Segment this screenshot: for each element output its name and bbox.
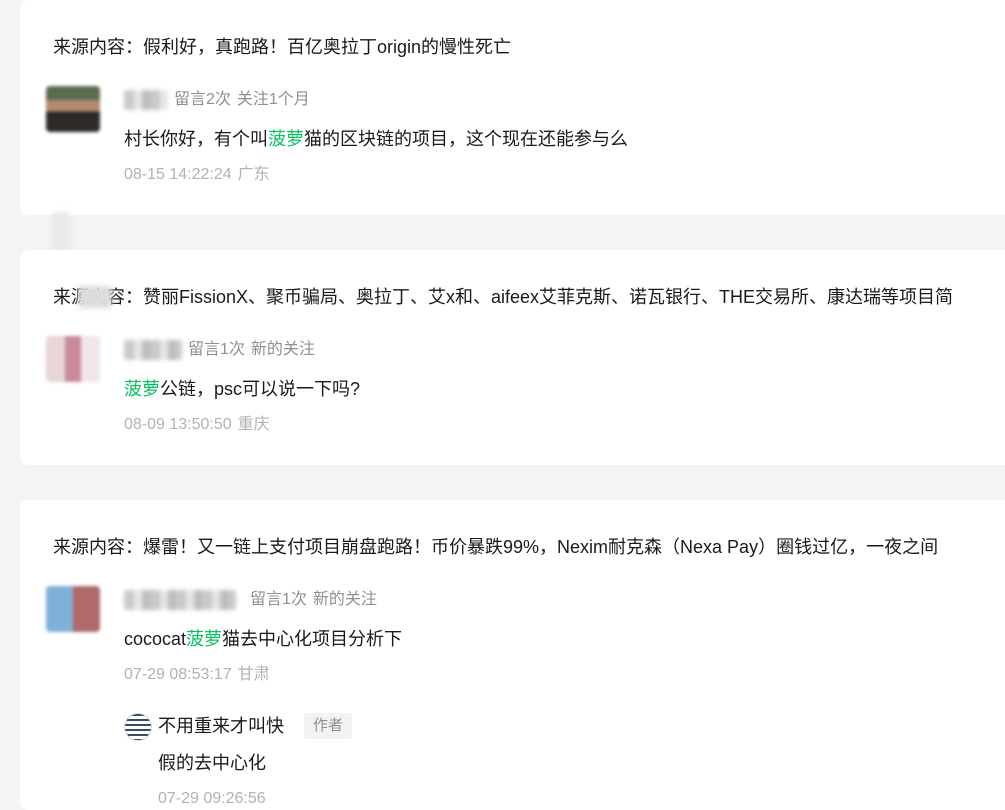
message-count: 留言1次 bbox=[250, 591, 307, 608]
message-count: 留言2次 bbox=[174, 91, 231, 108]
blurred-fragment bbox=[52, 212, 70, 252]
comment: 留言1次 新的关注 cococat菠萝猫去中心化项目分析下 07-29 08:53… bbox=[46, 586, 996, 807]
comment-card: 来源内容：爆雷！又一链上支付项目崩盘跑路！币价暴跌99%，Nexim耐克森（Ne… bbox=[20, 500, 1005, 810]
follow-duration: 新的关注 bbox=[250, 341, 315, 358]
source-prefix: 来源内容： bbox=[53, 537, 143, 557]
comment-date: 08-15 14:22:24 bbox=[124, 166, 232, 183]
comment-time: 07-29 08:53:17 甘肃 bbox=[124, 664, 270, 686]
author-badge: 作者 bbox=[304, 713, 353, 739]
username-blurred[interactable] bbox=[124, 590, 236, 610]
source-content-line[interactable]: 来源内容：赞丽FissionX、聚币骗局、奥拉丁、艾x和、aifeex艾菲克斯、… bbox=[53, 284, 1005, 310]
keyword-highlight[interactable]: 菠萝 bbox=[124, 379, 160, 399]
comment-time: 08-15 14:22:24 广东 bbox=[124, 164, 270, 186]
reply-author-name[interactable]: 不用重来才叫快 bbox=[158, 712, 284, 740]
comment-card: 来源内容：赞丽FissionX、聚币骗局、奥拉丁、艾x和、aifeex艾菲克斯、… bbox=[20, 250, 1005, 465]
comment-stats: 留言1次 新的关注 bbox=[250, 588, 377, 612]
comment-date: 07-29 08:53:17 bbox=[124, 666, 232, 683]
comment-location: 甘肃 bbox=[237, 666, 270, 683]
blurred-fragment bbox=[78, 286, 112, 308]
reply-time: 07-29 09:26:56 bbox=[158, 788, 272, 810]
comment-date: 08-09 13:50:50 bbox=[124, 416, 232, 433]
user-avatar-icon[interactable] bbox=[46, 86, 100, 132]
comment-card: 来源内容：假利好，真跑路！百亿奥拉丁origin的慢性死亡 留言2次 关注1个月 … bbox=[20, 0, 1005, 215]
comment-stats: 留言2次 关注1个月 bbox=[174, 88, 310, 112]
comment: 留言1次 新的关注 菠萝公链，psc可以说一下吗? 08-09 13:50:50 重… bbox=[46, 336, 996, 446]
source-prefix: 来源内容： bbox=[53, 37, 143, 57]
source-title[interactable]: 赞丽FissionX、聚币骗局、奥拉丁、艾x和、aifeex艾菲克斯、诺瓦银行、… bbox=[143, 287, 953, 307]
comment-text: 村长你好，有个叫菠萝猫的区块链的项目，这个现在还能参与么 bbox=[124, 129, 628, 149]
keyword-highlight[interactable]: 菠萝 bbox=[186, 629, 222, 649]
reply-date: 07-29 09:26:56 bbox=[158, 790, 266, 807]
follow-duration: 关注1个月 bbox=[236, 91, 310, 108]
username-blurred[interactable] bbox=[124, 90, 168, 110]
source-content-line[interactable]: 来源内容：假利好，真跑路！百亿奥拉丁origin的慢性死亡 bbox=[53, 34, 1005, 60]
source-title[interactable]: 假利好，真跑路！百亿奥拉丁origin的慢性死亡 bbox=[143, 37, 511, 57]
comment-stats: 留言1次 新的关注 bbox=[188, 338, 315, 362]
keyword-highlight[interactable]: 菠萝 bbox=[268, 129, 304, 149]
comment-text: cococat菠萝猫去中心化项目分析下 bbox=[124, 629, 403, 649]
reply-text: 假的去中心化 bbox=[158, 753, 266, 773]
user-avatar-icon[interactable] bbox=[46, 336, 100, 382]
follow-duration: 新的关注 bbox=[312, 591, 377, 608]
source-title[interactable]: 爆雷！又一链上支付项目崩盘跑路！币价暴跌99%，Nexim耐克森（Nexa Pa… bbox=[143, 537, 938, 557]
comment-time: 08-09 13:50:50 重庆 bbox=[124, 414, 270, 436]
source-content-line[interactable]: 来源内容：爆雷！又一链上支付项目崩盘跑路！币价暴跌99%，Nexim耐克森（Ne… bbox=[53, 534, 1005, 560]
message-count: 留言1次 bbox=[188, 341, 245, 358]
comment: 留言2次 关注1个月 村长你好，有个叫菠萝猫的区块链的项目，这个现在还能参与么 0… bbox=[46, 86, 996, 196]
comment-location: 广东 bbox=[237, 166, 270, 183]
comment-location: 重庆 bbox=[237, 416, 270, 433]
author-avatar-icon[interactable] bbox=[124, 713, 152, 741]
comment-text: 菠萝公链，psc可以说一下吗? bbox=[124, 379, 361, 399]
user-avatar-icon[interactable] bbox=[46, 586, 100, 632]
username-blurred[interactable] bbox=[124, 340, 182, 360]
